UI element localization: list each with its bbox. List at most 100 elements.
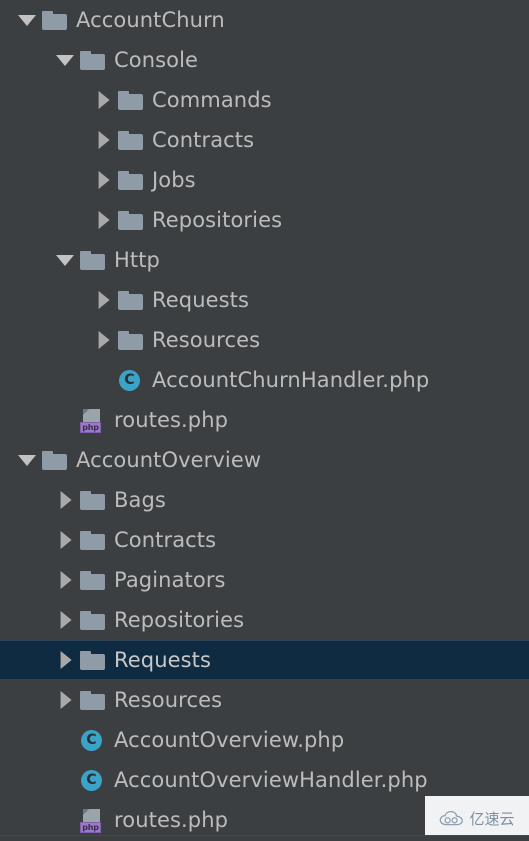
folder-icon: [116, 127, 146, 153]
tree-row-label: Jobs: [152, 168, 196, 192]
cloud-icon: [440, 810, 464, 825]
chevron-right-icon[interactable]: [52, 607, 78, 633]
chevron-right-icon[interactable]: [52, 687, 78, 713]
tree-row-label: Requests: [152, 288, 250, 312]
php-class-icon: C: [116, 367, 146, 393]
chevron-right-icon[interactable]: [90, 327, 116, 353]
tree-row-label: Contracts: [152, 128, 255, 152]
tree-row-label: routes.php: [114, 808, 229, 832]
folder-icon: [78, 647, 108, 673]
tree-row[interactable]: C AccountOverviewHandler.php: [0, 760, 529, 800]
folder-icon: [78, 47, 108, 73]
folder-icon: [78, 487, 108, 513]
php-badge: php: [80, 822, 101, 833]
tree-row[interactable]: Repositories: [0, 600, 529, 640]
chevron-down-icon[interactable]: [14, 7, 40, 33]
tree-row-label: routes.php: [114, 408, 229, 432]
chevron-right-icon[interactable]: [90, 127, 116, 153]
chevron-right-icon[interactable]: [52, 567, 78, 593]
chevron-down-icon[interactable]: [52, 47, 78, 73]
tree-row-label: Repositories: [114, 608, 245, 632]
tree-row[interactable]: Bags: [0, 480, 529, 520]
tree-row-label: Resources: [114, 688, 223, 712]
folder-icon: [78, 607, 108, 633]
tree-row[interactable]: AccountOverview: [0, 440, 529, 480]
tree-row[interactable]: Commands: [0, 80, 529, 120]
folder-icon: [116, 87, 146, 113]
folder-icon: [116, 207, 146, 233]
tree-row[interactable]: Paginators: [0, 560, 529, 600]
tree-row-label: Paginators: [114, 568, 226, 592]
tree-row[interactable]: Requests: [0, 640, 529, 680]
class-letter: C: [81, 730, 102, 751]
folder-icon: [40, 447, 70, 473]
chevron-right-icon[interactable]: [90, 207, 116, 233]
tree-row[interactable]: Jobs: [0, 160, 529, 200]
chevron-right-icon[interactable]: [52, 487, 78, 513]
tree-row[interactable]: Contracts: [0, 520, 529, 560]
class-letter: C: [119, 370, 140, 391]
folder-icon: [78, 527, 108, 553]
folder-icon: [78, 247, 108, 273]
folder-icon: [116, 287, 146, 313]
tree-row-label: Commands: [152, 88, 272, 112]
tree-row-label: Bags: [114, 488, 166, 512]
chevron-right-icon[interactable]: [90, 287, 116, 313]
project-file-tree[interactable]: AccountChurn Console Commands Contracts Jobs…: [0, 0, 529, 841]
tree-row-label: Console: [114, 48, 199, 72]
twisty-placeholder: [90, 367, 116, 393]
php-class-icon: C: [78, 727, 108, 753]
folder-icon: [78, 687, 108, 713]
chevron-down-icon[interactable]: [14, 447, 40, 473]
tree-row[interactable]: php routes.php: [0, 400, 529, 440]
chevron-right-icon[interactable]: [52, 647, 78, 673]
folder-icon: [116, 327, 146, 353]
folder-icon: [78, 567, 108, 593]
chevron-down-icon[interactable]: [52, 247, 78, 273]
tree-row[interactable]: C AccountOverview.php: [0, 720, 529, 760]
tree-row-label: AccountChurnHandler.php: [152, 368, 430, 392]
tree-row[interactable]: Resources: [0, 680, 529, 720]
tree-row[interactable]: C AccountChurnHandler.php: [0, 360, 529, 400]
folder-icon: [116, 167, 146, 193]
twisty-placeholder: [52, 807, 78, 833]
class-letter: C: [81, 770, 102, 791]
tree-row[interactable]: Requests: [0, 280, 529, 320]
watermark-text: 亿速云: [469, 809, 515, 828]
chevron-right-icon[interactable]: [90, 87, 116, 113]
tree-row-label: Http: [114, 248, 160, 272]
tree-row[interactable]: AccountChurn: [0, 0, 529, 40]
folder-icon: [40, 7, 70, 33]
tree-row-label: AccountOverview.php: [114, 728, 345, 752]
chevron-right-icon[interactable]: [90, 167, 116, 193]
twisty-placeholder: [52, 407, 78, 433]
tree-row-label: Resources: [152, 328, 261, 352]
tree-bottom-edge: [0, 835, 529, 841]
tree-row[interactable]: Repositories: [0, 200, 529, 240]
tree-row[interactable]: Contracts: [0, 120, 529, 160]
chevron-right-icon[interactable]: [52, 527, 78, 553]
tree-row[interactable]: Resources: [0, 320, 529, 360]
tree-row-label: AccountOverview: [76, 448, 262, 472]
tree-row-label: Requests: [114, 648, 212, 672]
php-file-icon: php: [78, 407, 108, 433]
tree-row[interactable]: Console: [0, 40, 529, 80]
tree-row[interactable]: Http: [0, 240, 529, 280]
php-class-icon: C: [78, 767, 108, 793]
